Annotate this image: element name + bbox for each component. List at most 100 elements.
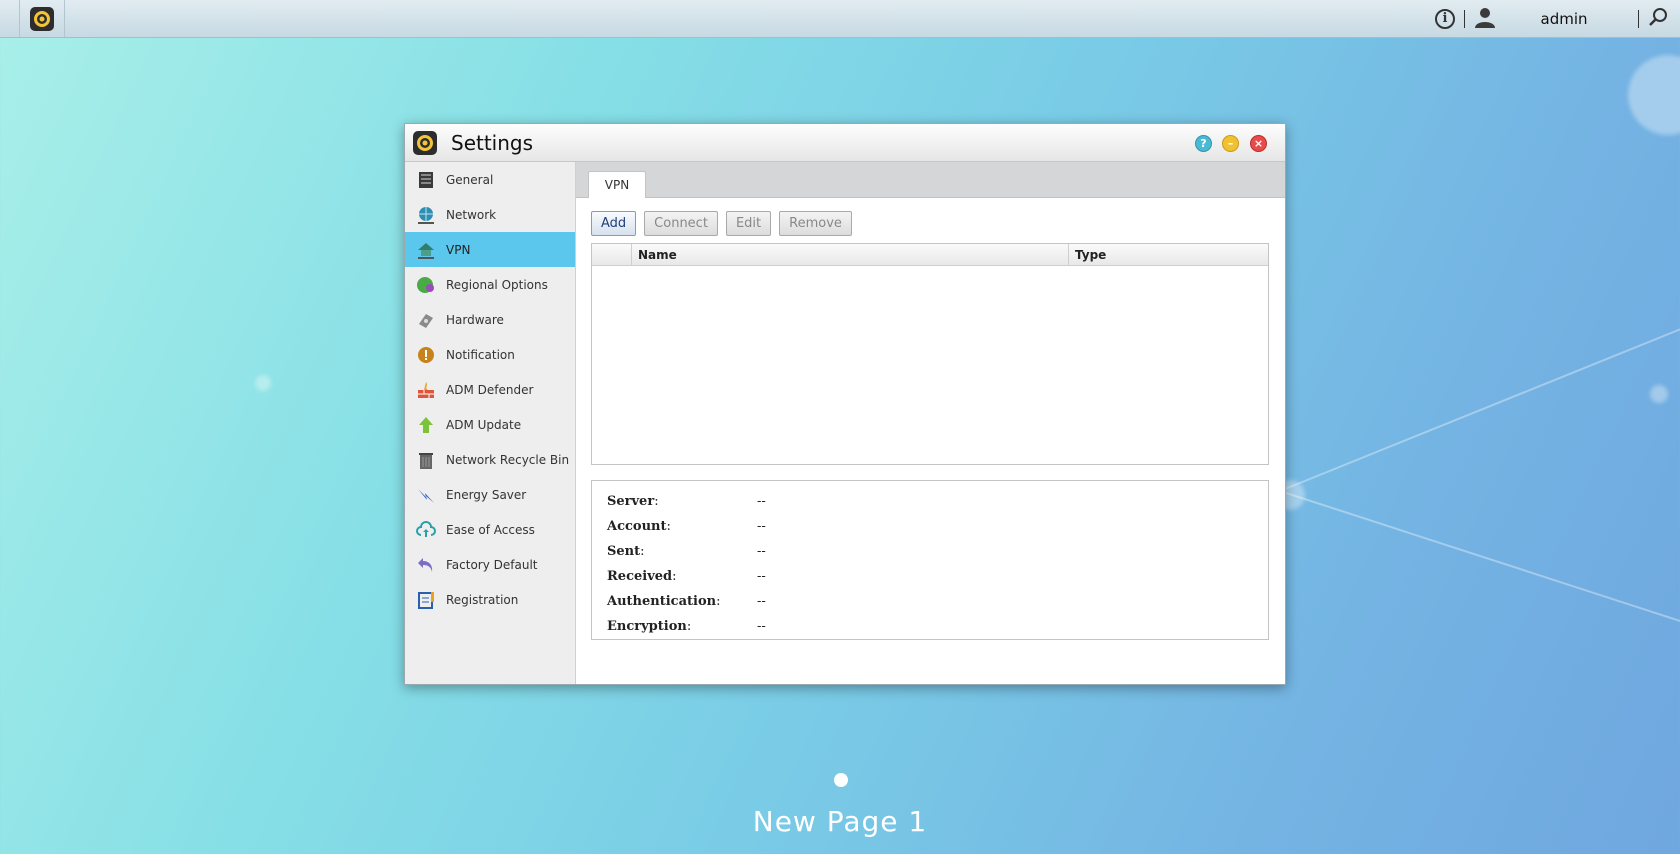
general-icon	[415, 169, 437, 191]
detail-label-text: Received	[607, 569, 673, 584]
sidebar-item-label: General	[446, 172, 494, 187]
detail-label-received: Received:	[592, 569, 757, 584]
sidebar-item-energy-saver[interactable]: Energy Saver	[405, 477, 575, 512]
sidebar-item-label: Hardware	[446, 312, 504, 327]
sidebar-item-vpn[interactable]: VPN	[405, 232, 575, 267]
bokeh-light	[255, 375, 271, 391]
sidebar-item-regional-options[interactable]: Regional Options	[405, 267, 575, 302]
detail-row-authentication: Authentication: --	[592, 589, 1268, 614]
detail-label-sent: Sent:	[592, 544, 757, 559]
tab-bar: VPN	[576, 162, 1285, 198]
user-icon[interactable]	[1474, 6, 1496, 32]
label-colon: :	[716, 594, 721, 609]
info-icon[interactable]: i	[1435, 8, 1455, 29]
column-header-name[interactable]: Name	[632, 244, 1069, 265]
detail-label-text: Server	[607, 494, 655, 509]
detail-value-account: --	[757, 519, 766, 534]
settings-window: Settings ? – × General Network VPN Regional…	[404, 123, 1286, 685]
detail-row-received: Received: --	[592, 564, 1268, 589]
regional-options-icon	[415, 274, 437, 296]
sidebar-item-adm-update[interactable]: ADM Update	[405, 407, 575, 442]
checkbox-column-header[interactable]	[592, 244, 632, 265]
separator	[1464, 9, 1465, 28]
detail-label-authentication: Authentication:	[592, 594, 757, 609]
help-icon: ?	[1200, 137, 1207, 150]
sidebar-item-label: VPN	[446, 242, 471, 257]
table-header: Name Type	[592, 244, 1268, 266]
detail-row-account: Account: --	[592, 514, 1268, 539]
minimize-icon: –	[1227, 137, 1234, 150]
label-colon: :	[666, 519, 671, 534]
taskbar: i admin	[0, 0, 1680, 38]
bokeh-light	[1650, 385, 1668, 403]
window-title: Settings	[451, 131, 534, 155]
vpn-list-table[interactable]: Name Type	[591, 243, 1269, 465]
light-ray	[1279, 490, 1680, 653]
tab-vpn[interactable]: VPN	[588, 171, 646, 198]
detail-value-encryption: --	[757, 619, 766, 634]
detail-row-server: Server: --	[592, 489, 1268, 514]
firewall-icon	[415, 379, 437, 401]
detail-label-account: Account:	[592, 519, 757, 534]
detail-value-sent: --	[757, 544, 766, 559]
vpn-icon	[415, 239, 437, 261]
minimize-button[interactable]: –	[1222, 135, 1239, 152]
sidebar-item-ease-of-access[interactable]: Ease of Access	[405, 512, 575, 547]
edit-button[interactable]: Edit	[725, 211, 772, 236]
detail-label-text: Encryption	[607, 619, 687, 634]
notification-icon	[415, 344, 437, 366]
sidebar-item-notification[interactable]: Notification	[405, 337, 575, 372]
cloud-upload-icon	[415, 519, 437, 541]
detail-value-server: --	[757, 494, 766, 509]
username[interactable]: admin	[1504, 10, 1624, 28]
sidebar-item-label: Ease of Access	[446, 522, 535, 537]
sidebar-item-adm-defender[interactable]: ADM Defender	[405, 372, 575, 407]
sidebar-item-label: Regional Options	[446, 277, 548, 292]
energy-saver-icon	[415, 484, 437, 506]
undo-arrow-icon	[415, 554, 437, 576]
detail-label-text: Sent	[607, 544, 641, 559]
sidebar-item-network-recycle-bin[interactable]: Network Recycle Bin	[405, 442, 575, 477]
taskbar-settings-app[interactable]	[19, 0, 65, 37]
settings-sidebar: General Network VPN Regional Options Hardwar…	[405, 162, 576, 684]
sidebar-item-registration[interactable]: Registration	[405, 582, 575, 617]
label-colon: :	[672, 569, 677, 584]
taskbar-right: i admin	[1435, 0, 1680, 37]
remove-button[interactable]: Remove	[779, 211, 852, 236]
column-header-type[interactable]: Type	[1069, 244, 1268, 265]
sidebar-item-general[interactable]: General	[405, 162, 575, 197]
label-colon: :	[654, 494, 659, 509]
detail-value-received: --	[757, 569, 766, 584]
settings-gear-icon	[413, 131, 437, 155]
network-icon	[415, 204, 437, 226]
detail-label-encryption: Encryption:	[592, 619, 757, 634]
hardware-icon	[415, 309, 437, 331]
detail-row-encryption: Encryption: --	[592, 614, 1268, 639]
close-icon: ×	[1253, 137, 1264, 150]
sidebar-item-label: Network Recycle Bin	[446, 452, 570, 467]
sidebar-item-factory-default[interactable]: Factory Default	[405, 547, 575, 582]
update-arrow-icon	[415, 414, 437, 436]
settings-gear-icon	[30, 6, 54, 31]
close-button[interactable]: ×	[1250, 135, 1267, 152]
vpn-panel: VPN Add Connect Edit Remove Name Type Se…	[576, 162, 1285, 684]
add-button[interactable]: Add	[591, 211, 637, 236]
help-button[interactable]: ?	[1195, 135, 1212, 152]
detail-label-text: Authentication	[607, 594, 717, 609]
detail-row-sent: Sent: --	[592, 539, 1268, 564]
sidebar-item-network[interactable]: Network	[405, 197, 575, 232]
detail-label-server: Server:	[592, 494, 757, 509]
light-ray	[1279, 295, 1680, 492]
window-titlebar[interactable]: Settings ? – ×	[405, 124, 1285, 162]
search-icon[interactable]	[1648, 7, 1668, 31]
page-indicator-dot[interactable]	[834, 773, 848, 787]
separator	[1638, 9, 1639, 28]
vpn-toolbar: Add Connect Edit Remove	[591, 211, 852, 236]
sidebar-item-label: Notification	[446, 347, 515, 362]
label-colon: :	[686, 619, 692, 634]
sidebar-item-hardware[interactable]: Hardware	[405, 302, 575, 337]
sidebar-item-label: Network	[446, 207, 497, 222]
connect-button[interactable]: Connect	[644, 211, 718, 236]
desktop-page-name: New Page 1	[752, 805, 928, 838]
label-colon: :	[640, 544, 645, 559]
